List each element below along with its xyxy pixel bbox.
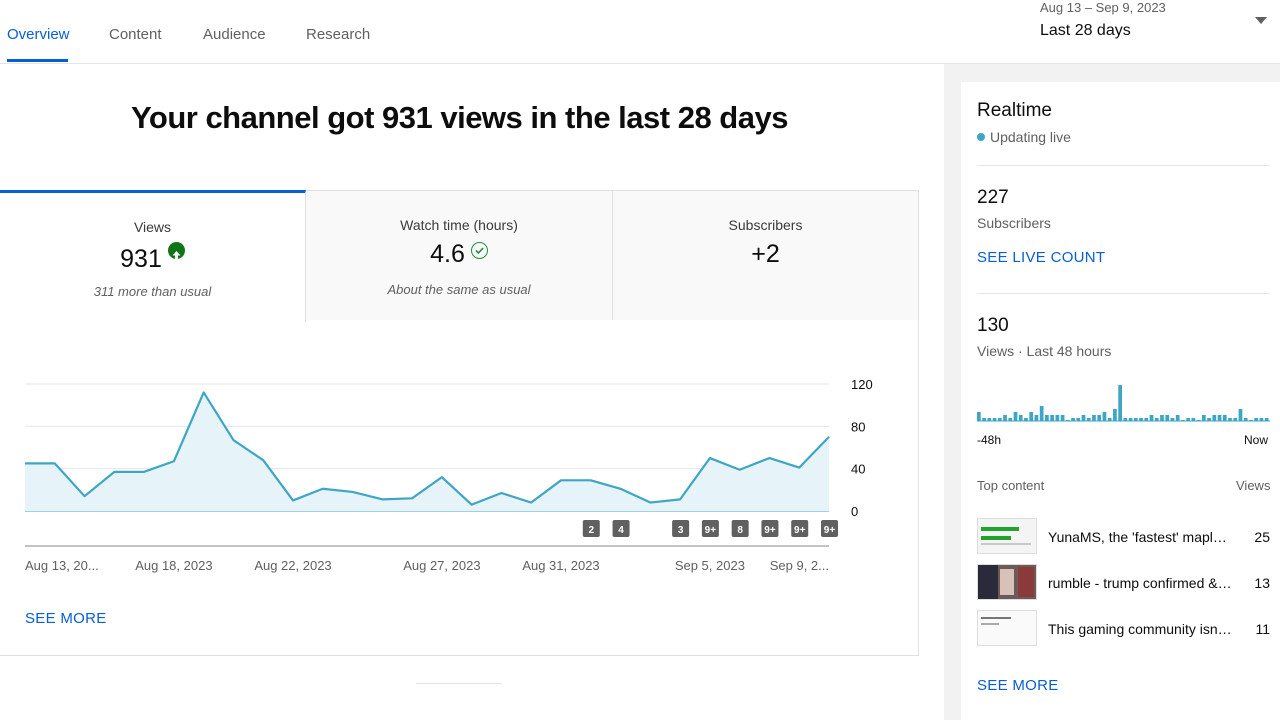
realtime-bar <box>1055 415 1060 421</box>
realtime-bar <box>1034 415 1039 421</box>
realtime-bar <box>1018 415 1023 421</box>
video-thumbnail <box>977 610 1037 646</box>
realtime-bar <box>1175 415 1180 421</box>
annotation-marker-label: 3 <box>678 525 684 536</box>
realtime-subscriber-count: 227 <box>977 187 1009 208</box>
video-views: 25 <box>1254 529 1270 545</box>
realtime-bar <box>1081 415 1086 421</box>
realtime-see-more-button[interactable]: SEE MORE <box>977 677 1059 694</box>
realtime-bar <box>1165 415 1170 421</box>
realtime-bar <box>977 412 981 421</box>
annotation-marker-label: 9+ <box>824 525 836 536</box>
annotation-marker-label: 2 <box>588 525 594 536</box>
realtime-bar-chart <box>977 385 1270 422</box>
video-title: YunaMS, the 'fastest' maples... <box>1048 529 1233 545</box>
x-tick-label: Aug 13, 20... <box>25 558 99 573</box>
video-views: 13 <box>1254 575 1270 591</box>
top-content-item[interactable]: rumble - trump confirmed & r... 13 <box>977 564 1270 602</box>
realtime-bar <box>1039 406 1044 421</box>
date-range-label: Last 28 days <box>1040 22 1131 39</box>
axis-start-label: -48h <box>977 433 1002 447</box>
x-tick-label: Aug 18, 2023 <box>135 558 212 573</box>
y-tick-label: 40 <box>851 462 865 477</box>
realtime-bar <box>1097 415 1102 421</box>
x-tick-label: Aug 31, 2023 <box>522 558 599 573</box>
realtime-bar <box>1060 415 1065 421</box>
realtime-bar <box>1050 415 1054 421</box>
realtime-bar <box>1029 412 1034 421</box>
views-chart: 120 80 40 0 2 4 3 9+ 8 9+ 9+ 9+ Aug 13, 20... Aug 18,… <box>25 377 873 573</box>
realtime-bar <box>1217 415 1222 421</box>
x-tick-label: Aug 27, 2023 <box>403 558 480 573</box>
realtime-bar <box>1238 409 1243 421</box>
divider <box>977 165 1270 166</box>
realtime-bar <box>1045 415 1049 421</box>
axis-end-label: Now <box>1244 433 1269 447</box>
views-column-label: Views <box>1236 478 1271 493</box>
realtime-bar <box>1003 415 1007 421</box>
y-tick-label: 0 <box>851 504 858 519</box>
video-title: rumble - trump confirmed & r... <box>1048 575 1233 591</box>
divider <box>977 293 1270 294</box>
top-content-item[interactable]: This gaming community isnt... 11 <box>977 610 1270 648</box>
realtime-bar <box>1102 412 1107 421</box>
see-live-count-button[interactable]: SEE LIVE COUNT <box>977 249 1105 266</box>
realtime-bar <box>1222 415 1227 421</box>
x-tick-label: Aug 22, 2023 <box>254 558 331 573</box>
video-views: 11 <box>1255 621 1270 637</box>
y-tick-label: 120 <box>851 377 873 392</box>
video-thumbnail <box>977 564 1037 600</box>
annotation-marker-label: 8 <box>737 525 743 536</box>
video-title: This gaming community isnt... <box>1048 621 1233 637</box>
views-48h-label: Views · Last 48 hours <box>977 343 1112 359</box>
live-status: Updating live <box>977 129 1071 145</box>
annotation-marker-label: 9+ <box>764 525 776 536</box>
top-content-label: Top content <box>977 478 1045 493</box>
divider <box>416 683 502 684</box>
realtime-bar <box>1092 415 1096 421</box>
date-range-picker[interactable]: Aug 13 – Sep 9, 2023 Last 28 days <box>1040 0 1270 50</box>
realtime-bar <box>1118 385 1122 421</box>
x-tick-label: Sep 9, 2... <box>770 558 829 573</box>
top-content-item[interactable]: YunaMS, the 'fastest' maples... 25 <box>977 518 1270 556</box>
dropdown-caret-icon <box>1255 17 1267 24</box>
annotation-marker-label: 4 <box>618 525 624 536</box>
realtime-bar <box>1013 412 1018 421</box>
realtime-bar <box>1160 415 1164 421</box>
date-range-dates: Aug 13 – Sep 9, 2023 <box>1040 0 1166 15</box>
realtime-bar <box>1201 415 1206 421</box>
subscribers-label: Subscribers <box>977 215 1051 231</box>
realtime-title: Realtime <box>977 100 1052 121</box>
realtime-bar <box>1149 415 1154 421</box>
y-tick-label: 80 <box>851 419 865 434</box>
series-area <box>25 392 829 511</box>
realtime-view-count: 130 <box>977 315 1009 336</box>
realtime-bar <box>1212 415 1217 421</box>
annotation-marker-label: 9+ <box>794 525 806 536</box>
annotation-marker-label: 9+ <box>705 525 717 536</box>
video-thumbnail <box>977 518 1037 554</box>
live-dot-icon <box>977 133 985 141</box>
see-more-button[interactable]: SEE MORE <box>25 610 107 627</box>
realtime-bar <box>1113 409 1117 421</box>
x-tick-label: Sep 5, 2023 <box>675 558 745 573</box>
